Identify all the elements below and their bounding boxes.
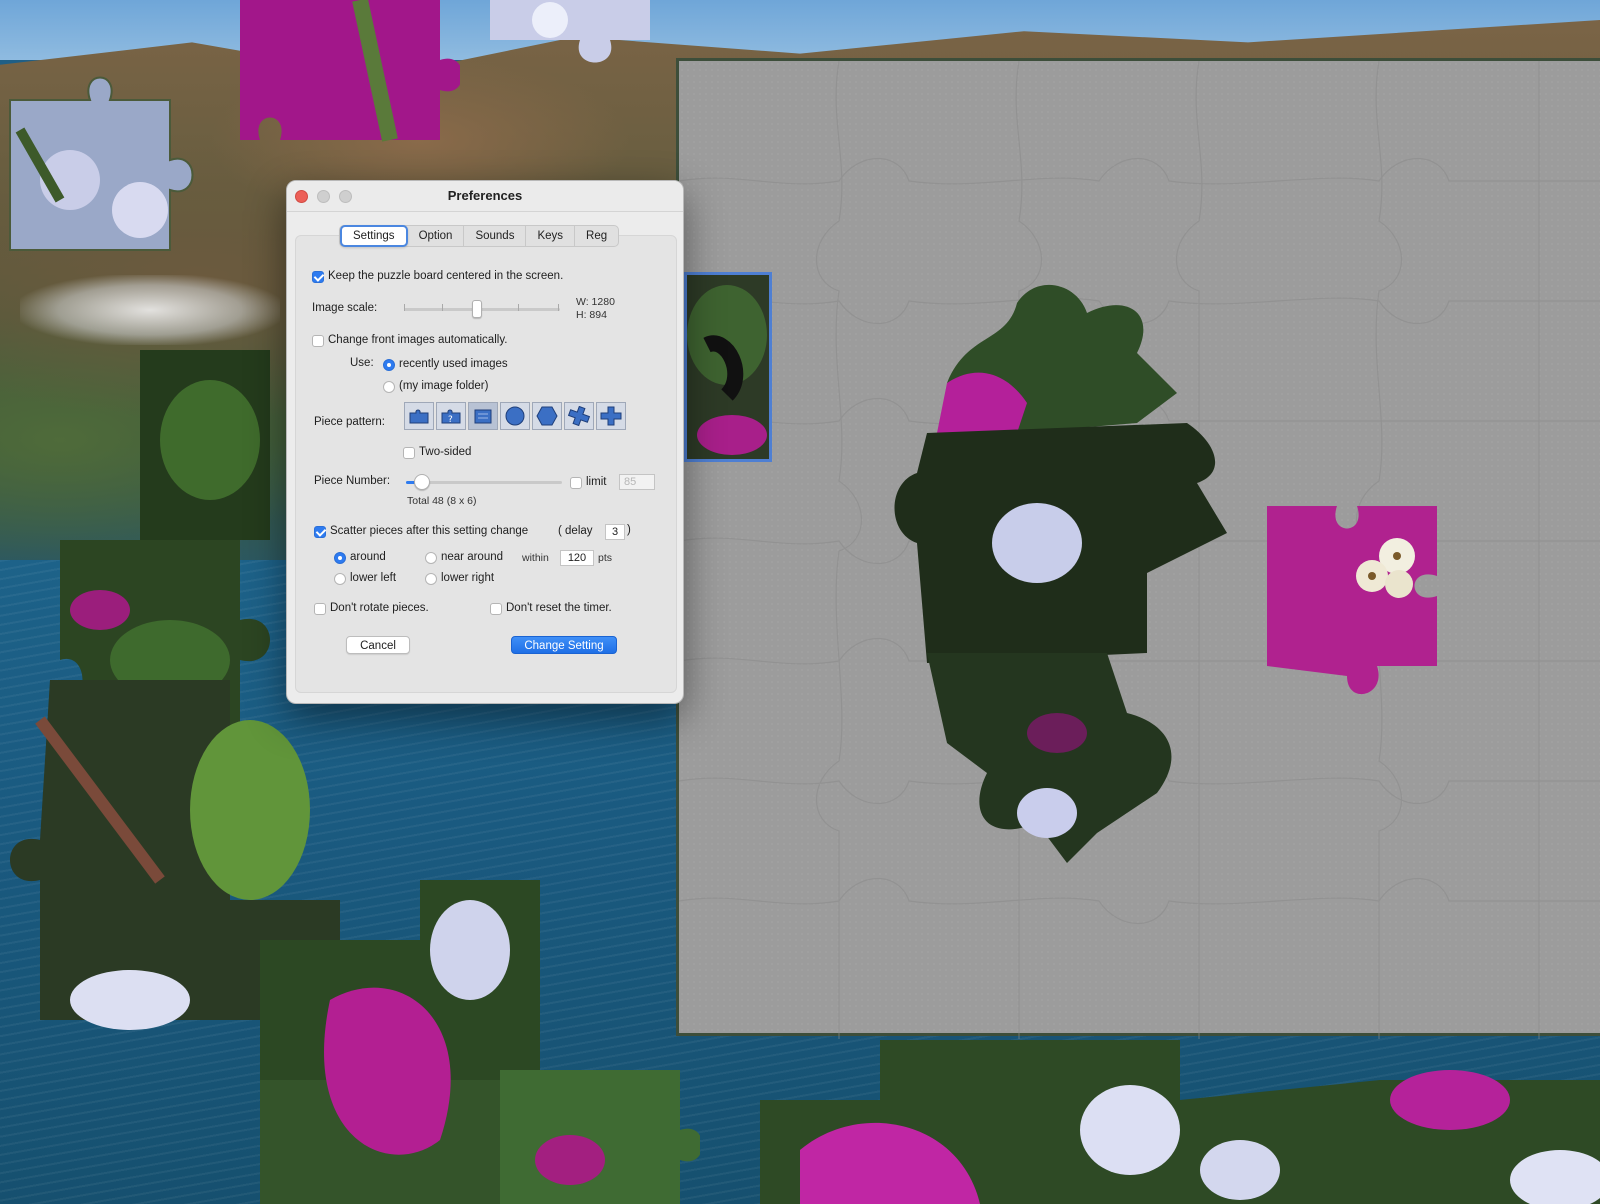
piece-pattern-selector: ? bbox=[404, 402, 628, 430]
use-recent-label: recently used images bbox=[399, 358, 508, 370]
image-scale-label: Image scale: bbox=[312, 302, 378, 314]
change-front-label: Change front images automatically. bbox=[328, 334, 508, 346]
use-label: Use: bbox=[350, 357, 374, 369]
delay-label: ( delay bbox=[558, 525, 593, 537]
limit-label: limit bbox=[586, 476, 607, 488]
piece-number-slider-knob[interactable] bbox=[414, 474, 430, 490]
scatter-label: Scatter pieces after this setting change bbox=[330, 525, 529, 537]
puzzle-board[interactable] bbox=[676, 58, 1600, 1039]
piece-image bbox=[687, 285, 767, 455]
cross-piece-icon[interactable] bbox=[564, 402, 594, 430]
dont-reset-checkbox[interactable] bbox=[490, 603, 502, 615]
tab-keys[interactable]: Keys bbox=[526, 226, 576, 246]
change-setting-button[interactable]: Change Setting bbox=[511, 636, 617, 654]
classic-piece-icon[interactable] bbox=[404, 402, 434, 430]
plus-piece-icon[interactable] bbox=[596, 402, 626, 430]
use-recent-radio[interactable] bbox=[383, 359, 395, 371]
piece-pattern-label: Piece pattern: bbox=[314, 416, 385, 428]
puzzle-piece[interactable] bbox=[490, 0, 660, 70]
scatter-lower-right-label: lower right bbox=[441, 572, 495, 584]
puzzle-piece[interactable] bbox=[500, 1040, 700, 1204]
tab-reg[interactable]: Reg bbox=[575, 226, 618, 246]
image-width-label: W: 1280 bbox=[576, 296, 615, 308]
tick bbox=[442, 304, 443, 311]
scatter-around-label: around bbox=[350, 551, 386, 563]
within-label: within bbox=[522, 552, 549, 564]
title-bar[interactable]: Preferences bbox=[287, 181, 683, 212]
scatter-near-around-radio[interactable] bbox=[425, 552, 437, 564]
scatter-near-around-label: near around bbox=[441, 551, 504, 563]
preferences-tabs: Settings Option Sounds Keys Reg bbox=[339, 225, 620, 247]
two-sided-label: Two-sided bbox=[419, 446, 472, 458]
settings-pane: Keep the puzzle board centered in the sc… bbox=[295, 235, 677, 693]
scatter-lower-left-radio[interactable] bbox=[334, 573, 346, 585]
puzzle-piece-cluster[interactable] bbox=[887, 273, 1227, 863]
within-field[interactable]: 120 bbox=[560, 550, 594, 566]
puzzle-piece-flower[interactable] bbox=[1257, 496, 1457, 716]
tab-sounds[interactable]: Sounds bbox=[464, 226, 527, 246]
use-folder-label: (my image folder) bbox=[399, 380, 489, 392]
dont-rotate-checkbox[interactable] bbox=[314, 603, 326, 615]
desktop-background bbox=[0, 0, 1600, 1204]
scatter-around-radio[interactable] bbox=[334, 552, 346, 564]
keep-centered-checkbox[interactable] bbox=[312, 271, 324, 283]
svg-text:?: ? bbox=[448, 415, 453, 425]
tick bbox=[404, 304, 405, 311]
change-front-checkbox[interactable] bbox=[312, 335, 324, 347]
dont-rotate-label: Don't rotate pieces. bbox=[330, 602, 429, 614]
total-pieces-label: Total 48 (8 x 6) bbox=[407, 495, 477, 507]
scatter-lower-right-radio[interactable] bbox=[425, 573, 437, 585]
preferences-window: Preferences Keep the puzzle board center… bbox=[286, 180, 684, 704]
circle-piece-icon[interactable] bbox=[500, 402, 530, 430]
pts-label: pts bbox=[598, 552, 613, 564]
dont-reset-label: Don't reset the timer. bbox=[506, 602, 612, 614]
tab-settings[interactable]: Settings bbox=[340, 225, 408, 247]
image-scale-track bbox=[404, 308, 560, 311]
use-folder-radio[interactable] bbox=[383, 381, 395, 393]
hexagon-piece-icon[interactable] bbox=[532, 402, 562, 430]
puzzle-piece[interactable] bbox=[120, 330, 290, 550]
tab-option[interactable]: Option bbox=[408, 226, 465, 246]
cancel-button[interactable]: Cancel bbox=[346, 636, 410, 654]
selected-puzzle-piece[interactable] bbox=[684, 272, 772, 462]
delay-field[interactable]: 3 bbox=[605, 524, 625, 540]
question-piece-icon[interactable]: ? bbox=[436, 402, 466, 430]
limit-field[interactable]: 85 bbox=[619, 474, 655, 490]
puzzle-piece[interactable] bbox=[240, 0, 460, 150]
tick bbox=[558, 304, 559, 311]
piece-number-label: Piece Number: bbox=[314, 475, 391, 487]
tick bbox=[518, 304, 519, 311]
image-scale-slider-knob[interactable] bbox=[472, 300, 482, 318]
delay-close-paren: ) bbox=[627, 524, 631, 536]
keep-centered-label: Keep the puzzle board centered in the sc… bbox=[328, 270, 564, 282]
scatter-checkbox[interactable] bbox=[314, 526, 326, 538]
window-title: Preferences bbox=[447, 188, 523, 203]
image-height-label: H: 894 bbox=[576, 309, 607, 321]
puzzle-piece[interactable] bbox=[760, 1040, 1600, 1204]
square-piece-icon[interactable] bbox=[468, 402, 498, 430]
two-sided-checkbox[interactable] bbox=[403, 447, 415, 459]
limit-checkbox[interactable] bbox=[570, 477, 582, 489]
scatter-lower-left-label: lower left bbox=[350, 572, 397, 584]
puzzle-piece[interactable] bbox=[0, 40, 230, 255]
